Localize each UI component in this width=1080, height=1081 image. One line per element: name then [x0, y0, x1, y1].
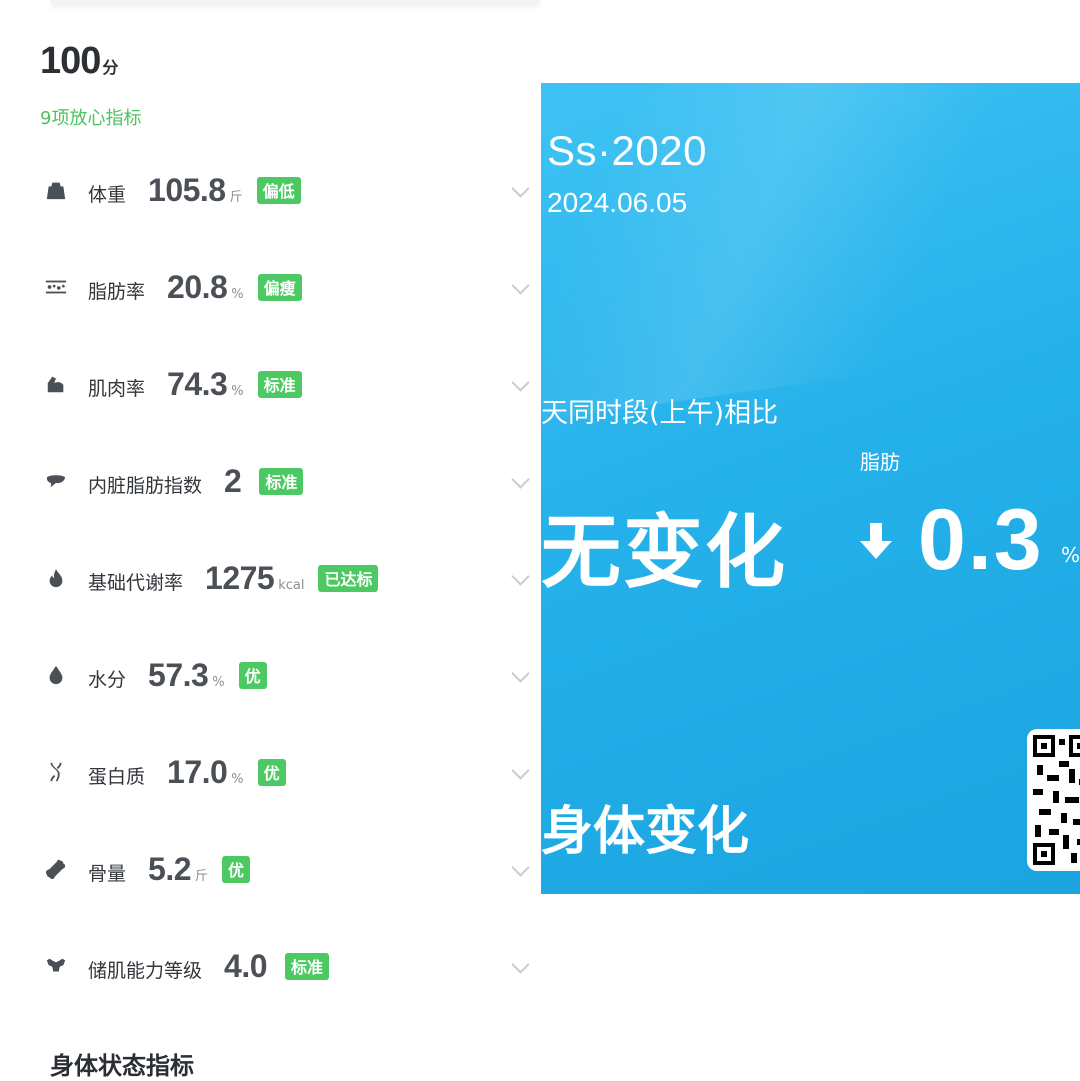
card-user-name: Ss·2020 [547, 127, 707, 174]
metric-label: 内脏脂肪指数 [88, 474, 203, 497]
metric-row-bmr[interactable]: 基础代谢率 1275 kcal 已达标 [0, 548, 540, 608]
metric-label: 基础代谢率 [88, 571, 184, 594]
metric-label: 水分 [88, 668, 127, 691]
chevron-down-icon[interactable] [511, 664, 530, 683]
metric-label: 蛋白质 [88, 765, 146, 788]
metric-unit: % [231, 286, 244, 302]
metric-row-body-fat[interactable]: 脂肪率 20.8 % 偏瘦 [0, 257, 540, 317]
metric-row-protein[interactable]: 蛋白质 17.0 % 优 [0, 742, 540, 802]
metric-row-bone[interactable]: 骨量 5.2 斤 优 [0, 839, 540, 899]
metric-label: 体重 [88, 183, 127, 206]
metric-unit: % [212, 674, 225, 690]
status-badge: 优 [238, 661, 267, 689]
metric-unit: 斤 [195, 868, 209, 884]
status-badge: 偏低 [256, 176, 301, 204]
muscle-icon [44, 372, 68, 396]
weight-icon [44, 178, 68, 202]
metric-value: 74.3 [167, 365, 228, 402]
metric-row-visceral-fat[interactable]: 内脏脂肪指数 2 标准 [0, 451, 540, 511]
chevron-down-icon[interactable] [511, 470, 530, 489]
bone-icon [44, 857, 68, 881]
metric-row-weight[interactable]: 体重 105.8 斤 偏低 [0, 160, 540, 220]
visceral-fat-icon [44, 469, 68, 493]
qr-code-icon[interactable] [1027, 729, 1080, 871]
card-date: 2024.06.05 [547, 187, 688, 218]
card-weight-change: 无变化 [541, 506, 787, 599]
metric-value: 5.2 [148, 850, 191, 887]
card-fat-label: 脂肪 [860, 450, 900, 474]
chevron-down-icon[interactable] [511, 761, 530, 780]
metric-row-water[interactable]: 水分 57.3 % 优 [0, 645, 540, 705]
metric-label: 肌肉率 [88, 377, 146, 400]
metric-unit: % [231, 383, 244, 399]
flame-icon [44, 566, 68, 590]
card-fat-change-value: 0.3 [918, 492, 1044, 588]
safe-indicators-label: 9项放心指标 [40, 108, 142, 129]
status-badge: 偏瘦 [257, 273, 302, 301]
metric-value: 1275 [205, 559, 275, 596]
chevron-down-icon[interactable] [511, 276, 530, 295]
metric-unit: % [231, 771, 244, 787]
metric-unit: kcal [278, 577, 305, 593]
status-badge: 优 [257, 758, 286, 786]
score-value: 100 [40, 40, 101, 82]
body-change-card: Ss·2020 2024.06.05 天同时段(上午)相比 脂肪 无变化 0.3… [541, 83, 1080, 894]
metric-unit: 斤 [229, 189, 243, 205]
muscle-strength-icon [44, 954, 68, 978]
status-badge: 已达标 [318, 564, 379, 592]
card-footer-title: 身体变化 [541, 802, 750, 862]
status-badge: 标准 [259, 467, 304, 495]
arrow-down-icon [860, 523, 892, 559]
status-badge: 标准 [257, 370, 302, 398]
metric-row-muscle[interactable]: 肌肉率 74.3 % 标准 [0, 354, 540, 414]
metric-value: 57.3 [148, 656, 209, 693]
status-badge: 优 [222, 855, 251, 883]
chevron-down-icon[interactable] [511, 179, 530, 198]
score: 100 分 [40, 40, 118, 83]
metric-value: 4.0 [224, 947, 267, 984]
metric-label: 储肌能力等级 [88, 959, 203, 982]
score-unit: 分 [102, 58, 119, 77]
metric-value: 17.0 [167, 753, 228, 790]
metric-label: 骨量 [88, 862, 127, 885]
metric-row-muscle-storage[interactable]: 储肌能力等级 4.0 标准 [0, 936, 540, 996]
metric-value: 20.8 [167, 268, 228, 305]
body-fat-icon [44, 275, 68, 299]
metric-value: 105.8 [148, 171, 226, 208]
previous-card-edge [50, 0, 540, 6]
dna-icon [44, 760, 68, 784]
chevron-down-icon[interactable] [511, 373, 530, 392]
chevron-down-icon[interactable] [511, 955, 530, 974]
status-badge: 标准 [285, 952, 330, 980]
metric-label: 脂肪率 [88, 280, 146, 303]
metric-value: 2 [224, 462, 242, 499]
card-fat-change-unit: % [1061, 543, 1080, 567]
section-title: 身体状态指标 [50, 1052, 194, 1080]
chevron-down-icon[interactable] [511, 567, 530, 586]
chevron-down-icon[interactable] [511, 858, 530, 877]
water-drop-icon [44, 663, 68, 687]
card-compare-text: 天同时段(上午)相比 [541, 398, 779, 429]
